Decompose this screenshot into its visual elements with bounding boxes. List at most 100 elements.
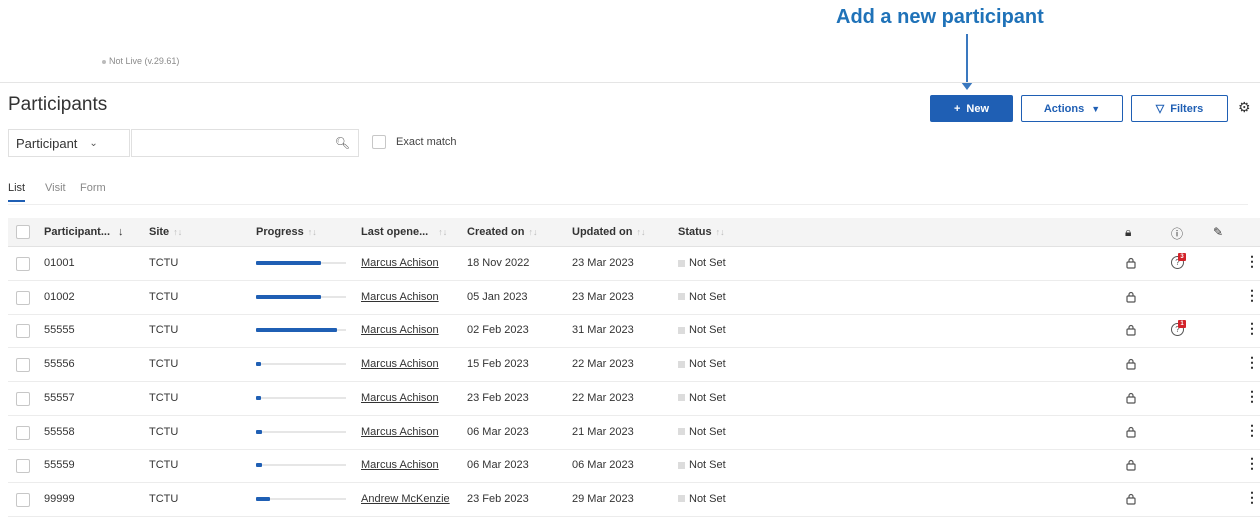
chevron-down-icon: ⌄	[89, 137, 98, 149]
progress-fill	[256, 496, 271, 501]
last-opened-link[interactable]: Marcus Achison	[361, 257, 439, 269]
lock-icon	[1126, 256, 1136, 269]
row-menu-icon[interactable]: ⋮	[1245, 288, 1259, 302]
status-badge: Not Set	[678, 392, 726, 404]
table-row[interactable]: 99999 TCTU Andrew McKenzie 23 Feb 2023 29 Ma…	[8, 483, 1260, 517]
tab-list[interactable]: List	[8, 182, 26, 202]
filters-button[interactable]: ▽ Filters	[1131, 95, 1228, 122]
lock-icon	[1126, 492, 1136, 505]
row-checkbox[interactable]	[16, 425, 30, 445]
col-created-on[interactable]: Created on ↑↓	[467, 226, 537, 238]
row-menu-icon[interactable]: ⋮	[1245, 355, 1259, 369]
row-menu-icon[interactable]: ⋮	[1245, 456, 1259, 470]
table-row[interactable]: 55559 TCTU Marcus Achison 06 Mar 2023 06 Mar…	[8, 449, 1260, 484]
row-checkbox[interactable]	[16, 459, 30, 478]
plus-icon: +	[953, 102, 961, 115]
participant-id: 55556	[44, 358, 75, 371]
col-participant[interactable]: Participant... ↓	[44, 226, 124, 238]
col-status[interactable]: Status ↑↓	[678, 226, 725, 238]
last-opened-link[interactable]: Marcus Achison	[361, 358, 439, 370]
search-icon[interactable]: 🔍︎	[335, 136, 350, 150]
col-progress[interactable]: Progress ↑↓	[256, 226, 317, 238]
col-site[interactable]: Site ↑↓	[149, 226, 182, 238]
row-checkbox[interactable]	[16, 358, 30, 377]
status-text: Not Set	[689, 358, 726, 371]
tab-visit[interactable]: Visit	[45, 182, 66, 200]
progress-bar	[256, 463, 346, 468]
table-row[interactable]: 55557 TCTU Marcus Achison 23 Feb 2023 22 Mar…	[8, 382, 1260, 416]
gear-icon[interactable]: ⚙	[1238, 99, 1251, 116]
search-field-select[interactable]: Participant ⌄	[8, 129, 130, 157]
table-row[interactable]: 01001 TCTU Marcus Achison 18 Nov 2022 23 Mar…	[8, 247, 1260, 281]
tab-form[interactable]: Form	[80, 182, 106, 200]
participant-id: 55558	[44, 425, 75, 438]
query-count-badge: 3	[1178, 253, 1186, 261]
status-text: Not Set	[689, 391, 726, 404]
progress-bar	[256, 496, 346, 501]
created-on-value: 06 Mar 2023	[467, 425, 529, 438]
col-created-label: Created on	[467, 226, 525, 238]
checkbox-box	[16, 324, 30, 339]
status-dot-icon	[678, 293, 685, 301]
col-updated-on[interactable]: Updated on ↑↓	[572, 226, 646, 238]
annotation-callout: Add a new participant	[836, 6, 1044, 28]
query-icon[interactable]: ? 1	[1171, 320, 1187, 337]
sort-icon: ↑↓	[173, 227, 183, 237]
lock-icon	[1126, 290, 1136, 303]
last-opened-link[interactable]: Marcus Achison	[361, 426, 439, 438]
col-last-opened[interactable]: Last opene... ↑↓	[361, 226, 447, 238]
sort-icon: ↑↓	[307, 227, 317, 237]
query-icon[interactable]: ? 3	[1171, 253, 1187, 269]
edit-column-icon: ✎	[1213, 225, 1224, 239]
site-value: TCTU	[149, 290, 179, 303]
checkbox-box	[16, 225, 30, 239]
status-dot-icon	[678, 495, 685, 503]
row-checkbox[interactable]	[16, 492, 30, 512]
filters-button-label: Filters	[1170, 102, 1204, 115]
table-row[interactable]: 55556 TCTU Marcus Achison 15 Feb 2023 22 Mar…	[8, 348, 1260, 383]
row-checkbox[interactable]	[16, 324, 30, 343]
search-input[interactable]: 🔍︎	[131, 129, 359, 157]
col-progress-label: Progress	[256, 226, 304, 238]
environment-status-text: Not Live (v.29.61)	[109, 56, 180, 66]
row-menu-icon[interactable]: ⋮	[1245, 254, 1259, 268]
row-checkbox[interactable]	[16, 290, 30, 310]
status-text: Not Set	[689, 290, 726, 303]
actions-button[interactable]: Actions ▼	[1021, 95, 1123, 122]
status-badge: Not Set	[678, 493, 726, 505]
row-checkbox[interactable]	[16, 257, 30, 276]
status-dot-icon	[678, 259, 685, 267]
actions-button-label: Actions	[1043, 102, 1085, 115]
exact-match-toggle[interactable]: Exact match	[372, 135, 457, 149]
last-opened-link[interactable]: Marcus Achison	[361, 459, 439, 471]
last-opened-link[interactable]: Marcus Achison	[361, 324, 439, 336]
query-column-icon: ⓘ	[1171, 227, 1184, 241]
participant-id: 55559	[44, 459, 75, 472]
updated-on-value: 23 Mar 2023	[572, 290, 634, 303]
last-opened-link[interactable]: Marcus Achison	[361, 291, 439, 303]
row-menu-icon[interactable]: ⋮	[1245, 389, 1259, 403]
row-checkbox[interactable]	[16, 391, 30, 411]
progress-bar	[256, 261, 346, 265]
status-text: Not Set	[689, 459, 726, 472]
col-participant-label: Participant...	[44, 226, 111, 238]
row-menu-icon[interactable]: ⋮	[1245, 321, 1259, 335]
sort-icon: ↑↓	[438, 227, 448, 237]
table-row[interactable]: 55555 TCTU Marcus Achison 02 Feb 2023 31 Mar…	[8, 314, 1260, 349]
exact-match-checkbox[interactable]	[372, 135, 386, 149]
row-menu-icon[interactable]: ⋮	[1245, 423, 1259, 437]
sort-icon: ↑↓	[528, 227, 538, 237]
new-participant-button[interactable]: + New	[930, 95, 1013, 122]
sort-desc-icon: ↓	[118, 226, 124, 238]
updated-on-value: 22 Mar 2023	[572, 358, 634, 371]
row-menu-icon[interactable]: ⋮	[1245, 490, 1259, 504]
table-row[interactable]: 01002 TCTU Marcus Achison 05 Jan 2023 23 Mar…	[8, 281, 1260, 315]
progress-bar	[256, 294, 346, 299]
participant-id: 99999	[44, 492, 75, 505]
status-badge: Not Set	[678, 291, 726, 303]
table-row[interactable]: 55558 TCTU Marcus Achison 06 Mar 2023 21 Mar…	[8, 416, 1260, 450]
select-all-checkbox[interactable]	[16, 225, 30, 244]
last-opened-link[interactable]: Marcus Achison	[361, 392, 439, 404]
col-last-opened-label: Last opene...	[361, 226, 429, 238]
last-opened-link[interactable]: Andrew McKenzie	[361, 493, 450, 505]
